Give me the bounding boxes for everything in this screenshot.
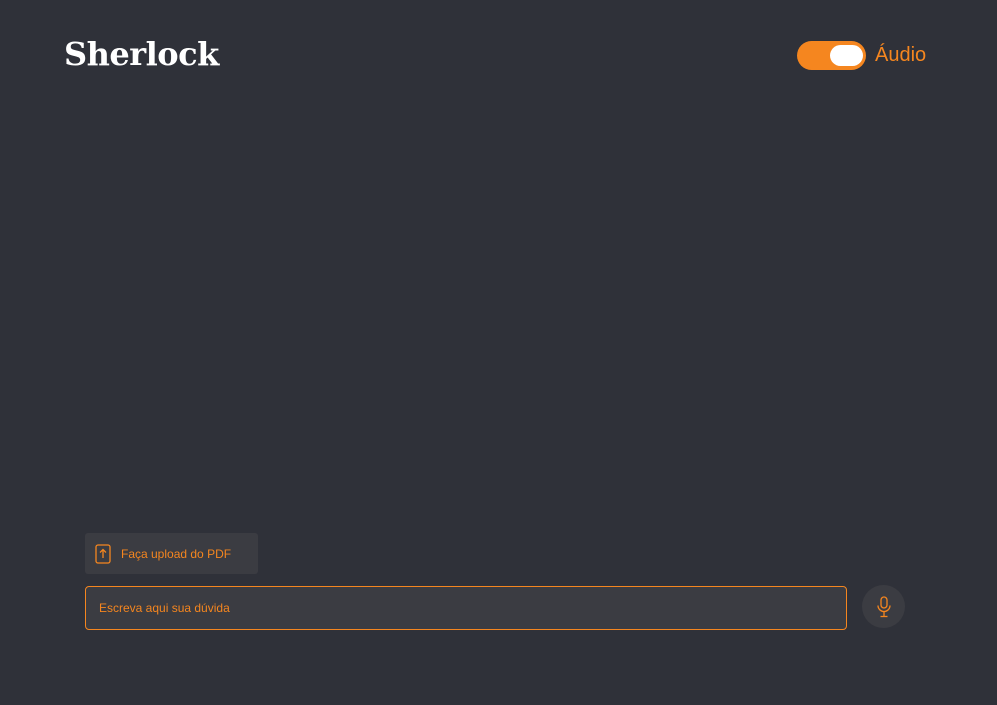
upload-pdf-button[interactable]: Faça upload do PDF (85, 533, 258, 574)
question-input[interactable] (85, 586, 847, 630)
audio-toggle-group: Áudio (797, 41, 926, 70)
audio-toggle[interactable] (797, 41, 866, 70)
upload-file-icon (95, 543, 111, 564)
audio-toggle-label: Áudio (875, 44, 927, 66)
toggle-knob (830, 45, 863, 66)
microphone-button[interactable] (862, 585, 905, 628)
upload-pdf-label: Faça upload do PDF (121, 546, 232, 561)
app-title: Sherlock (64, 35, 219, 73)
microphone-icon (876, 595, 892, 618)
